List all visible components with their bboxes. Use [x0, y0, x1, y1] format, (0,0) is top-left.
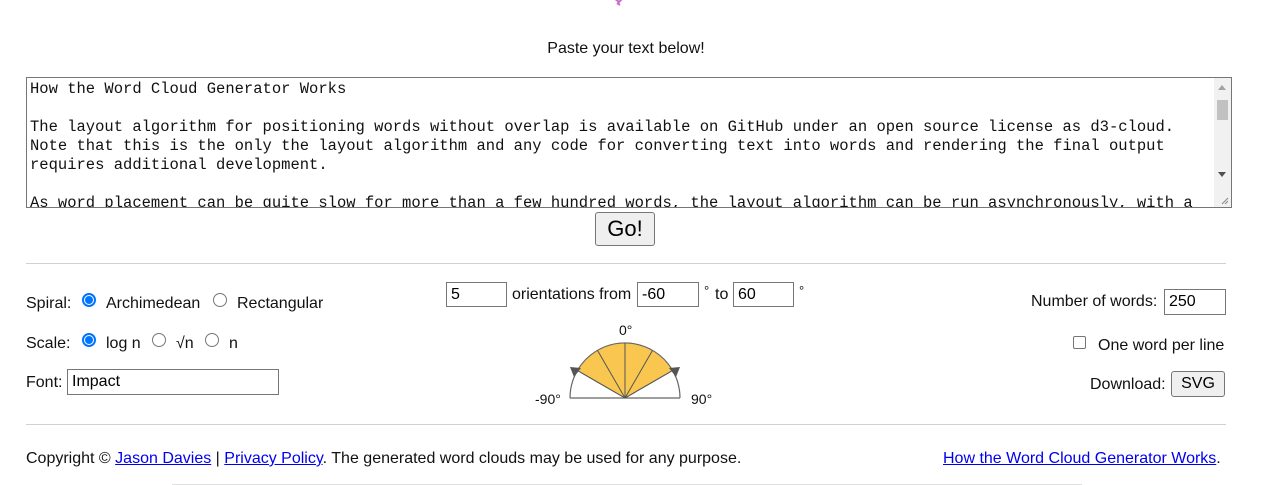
copyright-text: Copyright © [26, 450, 111, 467]
resize-grip-icon[interactable] [1219, 195, 1229, 205]
divider-top [26, 263, 1226, 264]
scale-sqrt-label[interactable]: √n [176, 335, 194, 353]
scroll-down-arrow-icon[interactable] [1218, 172, 1226, 177]
orientations-to-label: to [715, 286, 729, 303]
download-label: Download: [1090, 376, 1166, 393]
orientation-dial[interactable] [560, 330, 690, 402]
scrollbar-thumb[interactable] [1217, 100, 1228, 120]
spiral-rectangular-radio[interactable] [213, 293, 227, 307]
degree-symbol-2: ° [799, 283, 805, 298]
logo-fragment-icon [614, 0, 623, 6]
spiral-rectangular-label[interactable]: Rectangular [237, 295, 323, 313]
download-svg-button[interactable]: SVG [1171, 371, 1225, 397]
spiral-archimedean-radio[interactable] [82, 293, 96, 307]
dial-label-90: 90° [691, 391, 713, 407]
one-word-per-line-checkbox[interactable] [1073, 336, 1086, 349]
text-input-content[interactable]: How the Word Cloud Generator Works The l… [27, 78, 1213, 207]
number-of-words-input[interactable] [1164, 289, 1226, 315]
divider-bottom [26, 424, 1226, 425]
privacy-policy-link[interactable]: Privacy Policy [224, 450, 322, 467]
spiral-archimedean-label[interactable]: Archimedean [106, 295, 200, 313]
footer-left: Copyright © Jason Davies | Privacy Polic… [26, 450, 741, 468]
text-input-area[interactable]: How the Word Cloud Generator Works The l… [26, 77, 1232, 208]
scale-label: Scale: [26, 335, 71, 352]
orientation-to-input[interactable] [733, 282, 794, 307]
how-it-works-link[interactable]: How the Word Cloud Generator Works [943, 450, 1216, 467]
degree-symbol-1: ° [704, 283, 710, 298]
one-word-per-line-label[interactable]: One word per line [1098, 337, 1224, 355]
paste-prompt: Paste your text below! [547, 40, 705, 57]
scroll-up-arrow-icon[interactable] [1218, 85, 1226, 90]
scale-log-label[interactable]: log n [106, 335, 141, 353]
font-input[interactable] [67, 369, 279, 395]
orientation-from-input[interactable] [637, 282, 699, 307]
footer-tail-text: . The generated word clouds may be used … [322, 450, 742, 467]
scale-log-radio[interactable] [82, 333, 96, 347]
scale-linear-radio[interactable] [205, 333, 219, 347]
go-button[interactable]: Go! [595, 212, 655, 246]
orientations-from-label: orientations from [512, 286, 632, 303]
footer-right: How the Word Cloud Generator Works. [943, 450, 1221, 468]
author-link[interactable]: Jason Davies [115, 450, 211, 467]
orientations-count-input[interactable] [446, 282, 507, 307]
font-label: Font: [26, 374, 63, 391]
spiral-label: Spiral: [26, 295, 72, 312]
scale-sqrt-radio[interactable] [152, 333, 166, 347]
scale-linear-label[interactable]: n [229, 335, 238, 353]
how-it-works-tail: . [1216, 450, 1221, 467]
textarea-scrollbar[interactable] [1214, 78, 1231, 207]
number-of-words-label: Number of words: [1031, 293, 1158, 310]
dial-label-neg90: -90° [535, 391, 561, 407]
footer-separator: | [215, 450, 220, 467]
